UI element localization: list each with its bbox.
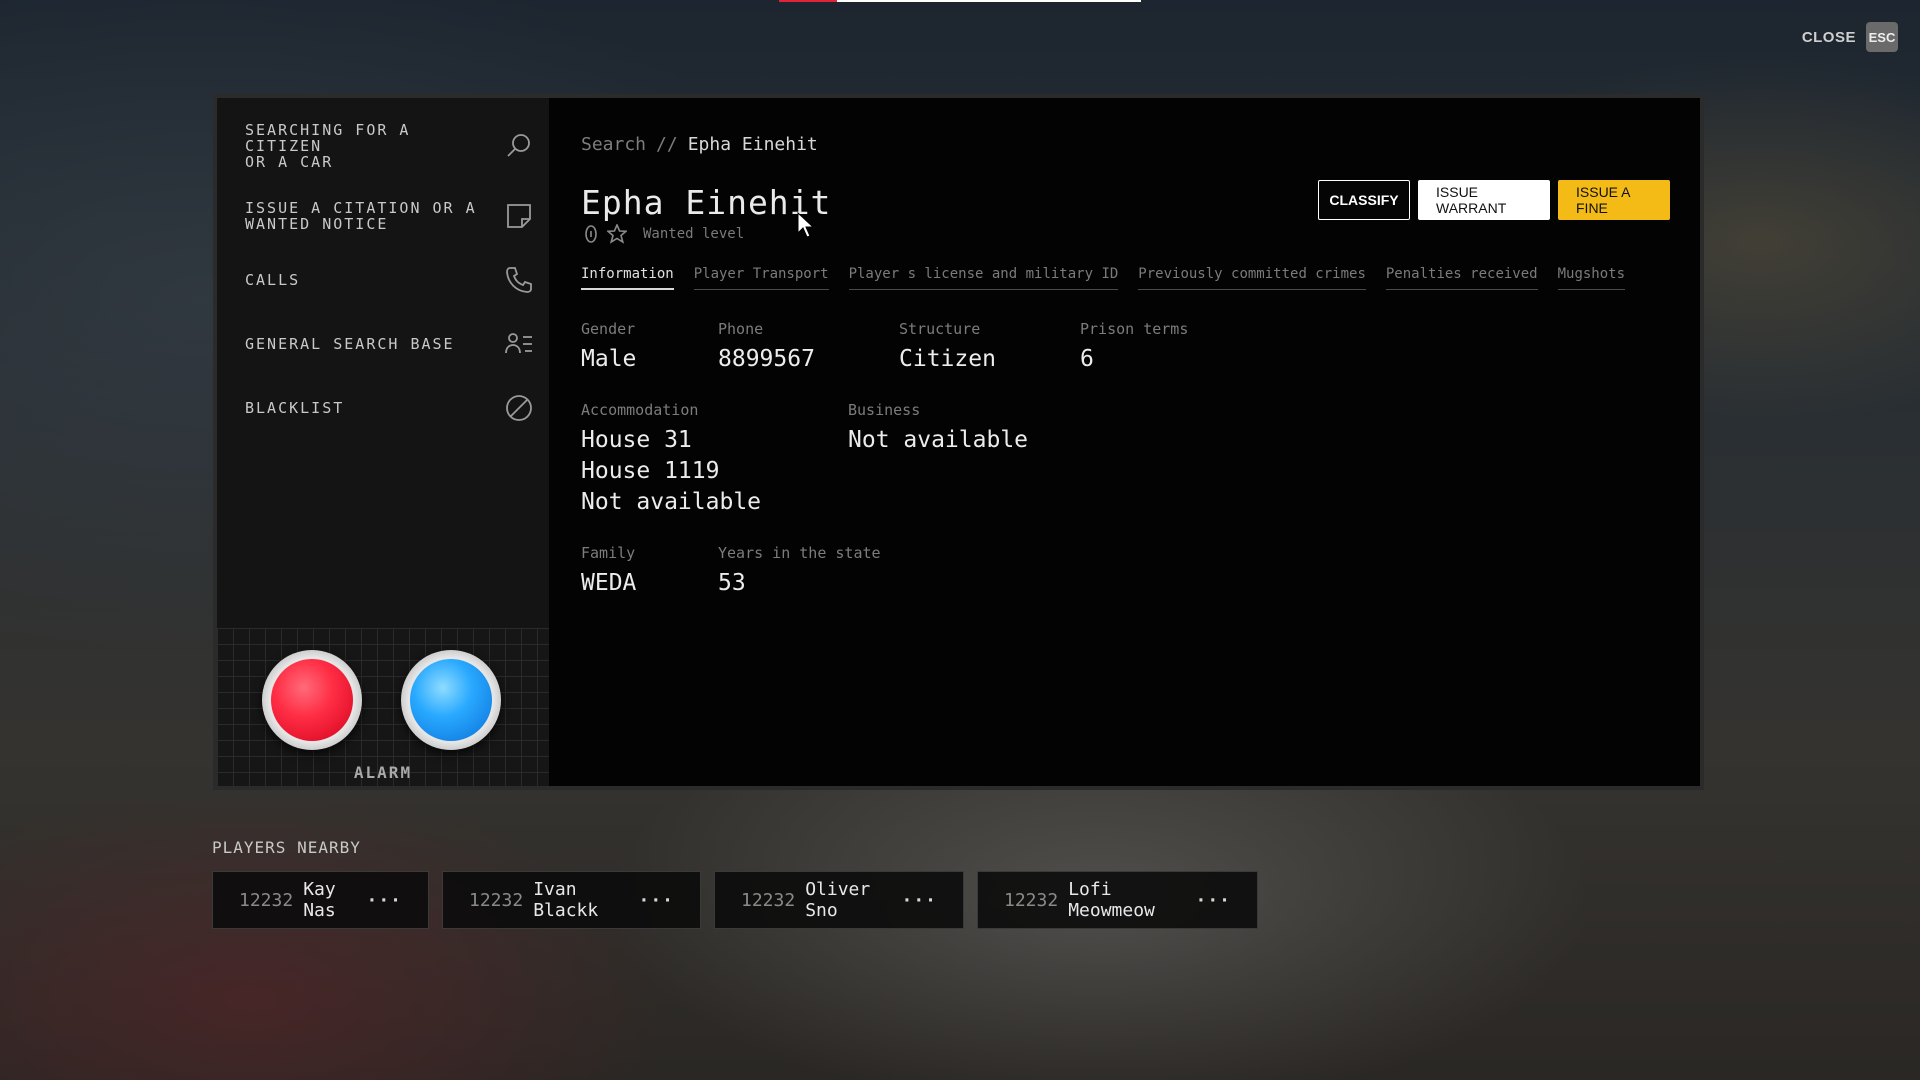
tab-information[interactable]: Information [581, 266, 674, 290]
family-field: Family WEDA [581, 544, 718, 599]
field-value: House 1119 [581, 458, 720, 484]
player-card[interactable]: 12232 Ivan Blackk ··· [442, 871, 701, 929]
zero-digit-icon [585, 225, 597, 243]
top-progress-fill [779, 0, 837, 2]
citizen-profile: Search // Epha Einehit Epha Einehit Wanted… [549, 98, 1700, 786]
people-list-icon [503, 328, 535, 360]
field-value: 53 [718, 570, 746, 596]
player-name: Kay Nas [303, 879, 336, 921]
sidebar-item-label: BLACKLIST [245, 399, 345, 417]
player-name: Lofi Meowmeow [1068, 879, 1155, 921]
sidebar: SEARCHING FOR A CITIZEN OR A CAR ISSUE A… [217, 98, 549, 786]
breadcrumb-separator: // [656, 134, 678, 155]
breadcrumb-current: Epha Einehit [687, 134, 818, 155]
prison-terms-field: Prison terms 6 [1080, 320, 1188, 375]
field-label: Gender [581, 320, 636, 338]
info-row-family: Family WEDA Years in the state 53 [581, 544, 1670, 599]
action-buttons: CLASSIFY ISSUE WARRANT ISSUE A FINE [1318, 180, 1670, 220]
field-label: Business [848, 401, 921, 419]
field-value: Not available [581, 489, 762, 515]
sidebar-item-label: ISSUE A CITATION OR A WANTED NOTICE [245, 199, 477, 233]
field-value: 6 [1080, 346, 1094, 372]
close-control[interactable]: CLOSE ESC [1802, 22, 1898, 52]
sidebar-item-label: CALLS [245, 271, 301, 289]
player-id: 12232 [741, 889, 796, 911]
field-value: House 31 [581, 427, 692, 453]
gender-field: Gender Male [581, 320, 718, 375]
tab-player-transport[interactable]: Player Transport [693, 266, 829, 290]
blue-alarm-button[interactable] [401, 650, 501, 750]
alarm-panel: ALARM [217, 628, 549, 786]
search-icon [503, 130, 535, 162]
accommodation-field: Accommodation House 31 House 1119 Not av… [581, 401, 848, 518]
field-label: Years in the state [718, 544, 881, 562]
player-card[interactable]: 12232 Lofi Meowmeow ··· [977, 871, 1258, 929]
sidebar-item-calls[interactable]: CALLS [217, 248, 549, 312]
more-options-icon[interactable]: ··· [901, 890, 937, 911]
tab-previous-crimes[interactable]: Previously committed crimes [1138, 266, 1366, 290]
info-row-basic: Gender Male Phone 8899567 Structure Citi… [581, 320, 1670, 375]
more-options-icon[interactable]: ··· [366, 890, 402, 911]
tab-penalties-received[interactable]: Penalties received [1385, 266, 1538, 290]
field-label: Prison terms [1080, 320, 1189, 338]
classify-button[interactable]: CLASSIFY [1318, 180, 1410, 220]
sidebar-item-label: SEARCHING FOR A CITIZEN OR A CAR [245, 121, 411, 171]
sidebar-item-label: GENERAL SEARCH BASE [245, 335, 455, 353]
players-nearby-title: PLAYERS NEARBY [212, 838, 361, 857]
breadcrumb: Search // Epha Einehit [581, 134, 1670, 155]
wanted-level: Wanted level [581, 224, 1670, 244]
police-tablet-window: SEARCHING FOR A CITIZEN OR A CAR ISSUE A… [213, 94, 1704, 790]
note-icon [503, 200, 535, 232]
sidebar-item-blacklist[interactable]: BLACKLIST [217, 376, 549, 440]
top-progress-bar [779, 0, 1141, 2]
more-options-icon[interactable]: ··· [1195, 890, 1231, 911]
player-name: Ivan Blackk [533, 879, 599, 921]
profile-tabs: Information Player Transport Player s li… [581, 266, 1670, 290]
more-options-icon[interactable]: ··· [638, 890, 674, 911]
sidebar-item-search[interactable]: SEARCHING FOR A CITIZEN OR A CAR [217, 98, 549, 184]
player-id: 12232 [469, 889, 524, 911]
red-alarm-button[interactable] [262, 650, 362, 750]
player-id: 12232 [1004, 889, 1059, 911]
sidebar-item-general-search[interactable]: GENERAL SEARCH BASE [217, 312, 549, 376]
tab-mugshots[interactable]: Mugshots [1557, 266, 1626, 290]
tab-license-military-id[interactable]: Player s license and military ID [848, 266, 1119, 290]
player-card[interactable]: 12232 Kay Nas ··· [212, 871, 429, 929]
field-value: Not available [848, 427, 1029, 453]
field-value: WEDA [581, 570, 637, 596]
block-icon [503, 392, 535, 424]
player-name: Oliver Sno [805, 879, 871, 921]
field-label: Phone [718, 320, 764, 338]
star-icon [607, 224, 627, 244]
esc-key-badge[interactable]: ESC [1866, 22, 1898, 52]
players-nearby-list: 12232 Kay Nas ··· 12232 Ivan Blackk ··· … [212, 871, 1258, 929]
issue-fine-button[interactable]: ISSUE A FINE [1558, 180, 1670, 220]
phone-field: Phone 8899567 [718, 320, 899, 375]
field-value: Male [581, 346, 637, 372]
wanted-level-label: Wanted level [643, 226, 745, 242]
sidebar-item-citation[interactable]: ISSUE A CITATION OR A WANTED NOTICE [217, 184, 549, 248]
field-label: Family [581, 544, 636, 562]
field-value: 8899567 [718, 346, 815, 372]
player-id: 12232 [239, 889, 294, 911]
field-label: Structure [899, 320, 981, 338]
field-value: Citizen [899, 346, 996, 372]
field-label: Accommodation [581, 401, 699, 419]
phone-icon [503, 264, 535, 296]
breadcrumb-root[interactable]: Search [581, 134, 646, 155]
business-field: Business Not available [848, 401, 1028, 518]
years-in-state-field: Years in the state 53 [718, 544, 881, 599]
player-card[interactable]: 12232 Oliver Sno ··· [714, 871, 964, 929]
mouse-cursor-icon [797, 212, 815, 238]
close-label[interactable]: CLOSE [1802, 29, 1856, 46]
issue-warrant-button[interactable]: ISSUE WARRANT [1418, 180, 1550, 220]
alarm-label: ALARM [353, 763, 413, 782]
info-row-property: Accommodation House 31 House 1119 Not av… [581, 401, 1670, 518]
structure-field: Structure Citizen [899, 320, 1080, 375]
